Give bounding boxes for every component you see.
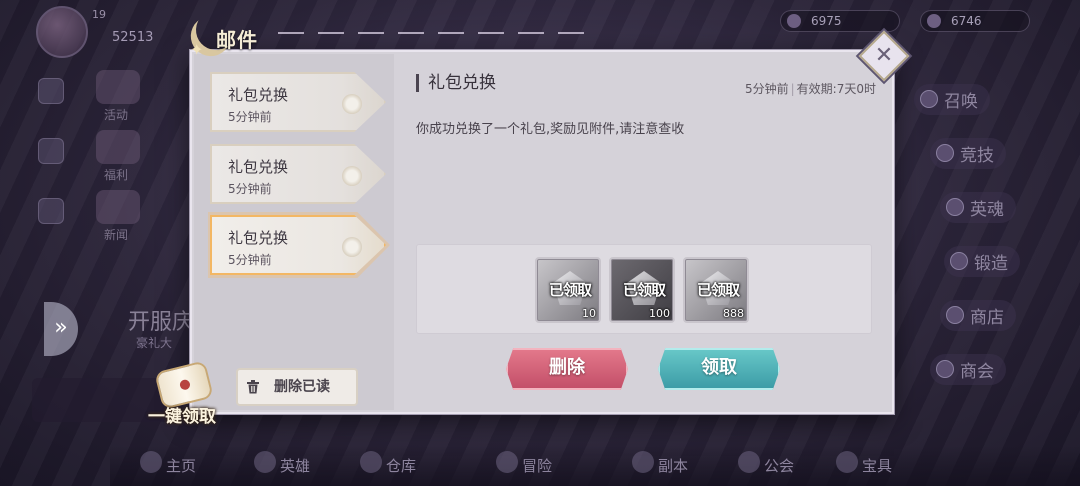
resource-counter-2: 6746: [920, 10, 1030, 32]
trophy-icon: [38, 138, 64, 164]
nav-storage: 仓库: [359, 451, 417, 475]
currency-icon: [927, 14, 941, 28]
right-menu-item-shop: 商店: [940, 300, 1016, 331]
claim-button[interactable]: 领取: [658, 348, 780, 390]
right-menu-item-guild-shop: 商会: [930, 354, 1006, 385]
menu-label: 福利: [104, 168, 129, 182]
left-menu: 活动 福利 新闻: [38, 70, 142, 250]
right-menu-item-heroes: 英魂: [940, 192, 1016, 223]
menu-label: 活动: [104, 108, 129, 122]
left-menu-item-welfare: 福利: [38, 130, 142, 186]
left-menu-item-activity: 活动: [38, 70, 142, 126]
right-menu-item-forge: 锻造: [944, 246, 1020, 277]
nav-home: 主页: [139, 451, 197, 475]
attachment-count: 888: [723, 307, 744, 320]
activity-icon: [96, 70, 140, 104]
envelope-seal-icon: [342, 166, 362, 186]
mail-detail-title: 礼包兑换: [416, 74, 496, 92]
mail-item-time: 5分钟前: [228, 110, 272, 124]
attachment-item[interactable]: 已领取 10: [535, 257, 601, 323]
left-menu-item-news: 新闻: [38, 190, 142, 246]
nav-dungeon: 副本: [631, 451, 689, 475]
attachment-panel: 已领取 10 已领取 100 已领取 888: [416, 244, 872, 334]
menu-label: 新闻: [104, 228, 129, 242]
claimed-stamp: 已领取: [548, 281, 592, 299]
dialog-header: ✦ 邮件: [186, 14, 606, 59]
mail-list-item-selected[interactable]: 礼包兑换 5分钟前: [210, 215, 386, 275]
nav-heroes: 英雄: [253, 451, 311, 475]
welfare-icon: [96, 130, 140, 164]
resource-value: 6746: [951, 14, 982, 28]
server-banner-subtitle: 豪礼大: [136, 336, 173, 350]
claimed-stamp: 已领取: [696, 281, 740, 299]
mail-list: 礼包兑换 5分钟前 礼包兑换 5分钟前 礼包兑换 5分钟前 删除已读: [194, 54, 394, 410]
mail-body-text: 你成功兑换了一个礼包,奖励见附件,请注意查收: [416, 122, 685, 137]
mail-item-title: 礼包兑换: [228, 86, 289, 104]
attachment-item[interactable]: 已领取 100: [609, 257, 675, 323]
news-icon: [96, 190, 140, 224]
nav-treasure: 宝具: [835, 451, 893, 475]
server-banner-title: 开服庆: [128, 310, 195, 335]
envelope-seal-icon: [342, 94, 362, 114]
currency-icon: [787, 14, 801, 28]
mail-expiry: 有效期:7天0时: [796, 82, 876, 96]
title-divider: [278, 32, 598, 34]
scroll-icon: [156, 362, 212, 408]
mail-item-time: 5分钟前: [228, 182, 272, 196]
delete-read-button[interactable]: 删除已读: [236, 368, 358, 406]
attachment-count: 10: [582, 307, 596, 320]
mail-list-item[interactable]: 礼包兑换 5分钟前: [210, 72, 386, 132]
right-menu-item-summon: 召唤: [914, 84, 990, 115]
mail-dialog: 礼包兑换 5分钟前 礼包兑换 5分钟前 礼包兑换 5分钟前 删除已读 礼包兑换 …: [190, 50, 894, 414]
player-gold: 52513: [112, 30, 154, 45]
claim-all-button[interactable]: 一键领取: [140, 362, 230, 427]
delete-read-label: 删除已读: [274, 379, 330, 395]
player-avatar: [36, 6, 88, 58]
right-menu-item-arena: 竞技: [930, 138, 1006, 169]
mail-detail: 礼包兑换 5分钟前 | 有效期:7天0时 你成功兑换了一个礼包,奖励见附件,请注意查…: [396, 54, 892, 410]
mail-item-title: 礼包兑换: [228, 158, 289, 176]
claimed-stamp: 已领取: [622, 281, 666, 299]
meta-separator: |: [790, 82, 795, 96]
resource-value: 6975: [811, 14, 842, 28]
gallery-icon: [38, 198, 64, 224]
attachment-count: 100: [649, 307, 670, 320]
nav-guild: 公会: [737, 451, 795, 475]
attachment-item[interactable]: 已领取 888: [683, 257, 749, 323]
bottom-nav: 主页 英雄 仓库 冒险 副本 公会 宝具: [110, 446, 1080, 486]
menu-icon: [38, 78, 64, 104]
mail-sent-time: 5分钟前: [744, 82, 789, 96]
envelope-seal-icon: [342, 237, 362, 257]
trash-icon: [247, 380, 259, 394]
close-icon: ✕: [874, 43, 894, 68]
nav-adventure: 冒险: [495, 451, 553, 475]
resource-counter-1: 6975: [780, 10, 900, 32]
mail-item-time: 5分钟前: [228, 253, 272, 267]
dialog-title: 邮件: [216, 28, 258, 52]
delete-button[interactable]: 删除: [506, 348, 628, 390]
mail-list-item[interactable]: 礼包兑换 5分钟前: [210, 144, 386, 204]
claim-all-label: 一键领取: [148, 407, 216, 427]
player-level: 19: [92, 8, 106, 21]
mail-item-title: 礼包兑换: [228, 229, 289, 247]
mail-detail-meta: 5分钟前 | 有效期:7天0时: [745, 80, 876, 97]
star-icon: ✦: [190, 40, 204, 59]
